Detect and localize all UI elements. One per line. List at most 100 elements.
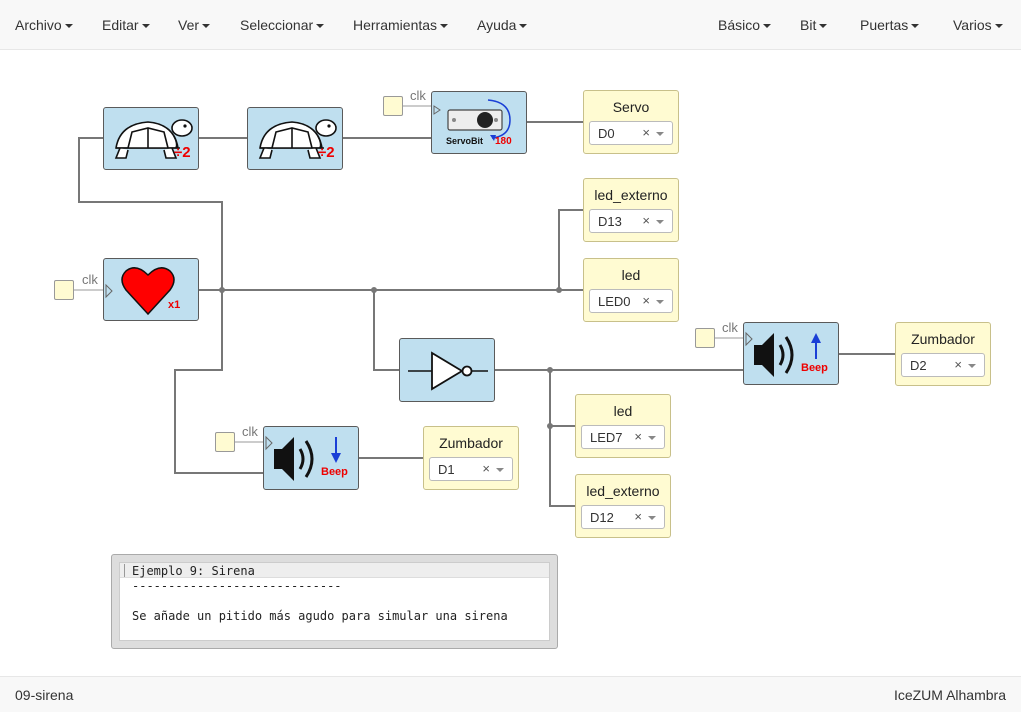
clk-label: clk [82, 272, 98, 287]
pin-value: LED7 [590, 430, 623, 445]
clk-label: clk [722, 320, 738, 335]
clock-input-beep-low[interactable] [215, 432, 235, 452]
clock-input-heart[interactable] [54, 280, 74, 300]
caret-down-icon [141, 24, 150, 29]
chevron-down-icon[interactable] [656, 132, 664, 136]
menu-editar[interactable]: Editar [102, 0, 150, 50]
pin-select[interactable]: D1 × [429, 457, 513, 481]
servo-angle: 180 [495, 136, 512, 147]
output-title: Zumbador [911, 331, 975, 347]
pin-value: LED0 [598, 294, 631, 309]
output-led-externo-2[interactable]: led_externo D12 × [575, 474, 671, 538]
pin-value: D12 [590, 510, 614, 525]
text-cursor [124, 564, 125, 577]
comment-block[interactable]: Ejemplo 9: Sirena ----------------------… [111, 554, 558, 649]
chevron-down-icon[interactable] [968, 364, 976, 368]
beep-high-block[interactable]: Beep [743, 322, 839, 385]
pin-select[interactable]: LED7 × [581, 425, 665, 449]
turtle-icon [258, 119, 337, 159]
caret-down-icon [911, 24, 920, 29]
caret-down-icon [316, 24, 325, 29]
menu-ayuda[interactable]: Ayuda [477, 0, 528, 50]
caret-down-icon [763, 24, 772, 29]
caret-down-icon [202, 24, 211, 29]
clear-icon[interactable]: × [642, 293, 650, 308]
pin-value: D1 [438, 462, 455, 477]
clear-icon[interactable]: × [642, 213, 650, 228]
pin-select[interactable]: D12 × [581, 505, 665, 529]
pin-select[interactable]: D13 × [589, 209, 673, 233]
menu-herramientas-label: Herramientas [353, 17, 438, 33]
pin-select[interactable]: D2 × [901, 353, 985, 377]
not-gate-block[interactable] [399, 338, 495, 402]
caret-down-icon [994, 24, 1003, 29]
board-name: IceZUM Alhambra [893, 687, 1006, 703]
menu-bit[interactable]: Bit [800, 0, 828, 50]
output-title: led [613, 403, 633, 419]
divider-block-2[interactable]: ÷2 [247, 107, 343, 170]
output-led-externo-1[interactable]: led_externo D13 × [583, 178, 679, 242]
chevron-down-icon[interactable] [648, 436, 656, 440]
output-title: led_externo [586, 483, 660, 499]
heart-badge: x1 [168, 299, 181, 311]
menu-herramientas[interactable]: Herramientas [353, 0, 449, 50]
clear-icon[interactable]: × [954, 357, 962, 372]
pin-value: D0 [598, 126, 615, 141]
clear-icon[interactable]: × [642, 125, 650, 140]
speaker-icon [265, 435, 341, 481]
menu-puertas-label: Puertas [860, 17, 909, 33]
speaker-icon [745, 331, 821, 377]
menu-ver-label: Ver [178, 17, 200, 33]
menu-puertas[interactable]: Puertas [860, 0, 920, 50]
output-led-1[interactable]: led LED0 × [583, 258, 679, 322]
menu-basico[interactable]: Básico [718, 0, 772, 50]
chevron-down-icon[interactable] [496, 468, 504, 472]
menu-archivo[interactable]: Archivo [15, 0, 73, 50]
circuit-canvas[interactable]: clk clk clk clk ÷2 ÷2 ServoBit 180 x1 Be… [0, 51, 1021, 676]
output-title: led_externo [594, 187, 668, 203]
chevron-down-icon[interactable] [656, 300, 664, 304]
divider-block-1[interactable]: ÷2 [103, 107, 199, 170]
clear-icon[interactable]: × [634, 429, 642, 444]
clear-icon[interactable]: × [634, 509, 642, 524]
menu-ayuda-label: Ayuda [477, 17, 517, 33]
output-zumbador-2[interactable]: Zumbador D1 × [423, 426, 519, 490]
clear-icon[interactable]: × [482, 461, 490, 476]
menu-varios[interactable]: Varios [953, 0, 1003, 50]
menu-varios-label: Varios [953, 17, 992, 33]
pin-value: D13 [598, 214, 622, 229]
beep-label: Beep [321, 466, 348, 478]
menu-editar-label: Editar [102, 17, 139, 33]
output-zumbador-1[interactable]: Zumbador D2 × [895, 322, 991, 386]
clock-input-servo[interactable] [383, 96, 403, 116]
menu-seleccionar[interactable]: Seleccionar [240, 0, 325, 50]
clk-label: clk [410, 88, 426, 103]
chevron-down-icon[interactable] [656, 220, 664, 224]
heart-icon [105, 267, 175, 316]
menu-bar: Archivo Editar Ver Seleccionar Herramien… [0, 0, 1021, 50]
menu-basico-label: Básico [718, 17, 761, 33]
pin-value: D2 [910, 358, 927, 373]
status-bar: 09-sirena IceZUM Alhambra [0, 676, 1021, 712]
caret-down-icon [519, 24, 528, 29]
output-title: Zumbador [439, 435, 503, 451]
clock-input-beep-high[interactable] [695, 328, 715, 348]
beep-low-block[interactable]: Beep [263, 426, 359, 490]
output-title: Servo [612, 99, 650, 115]
heartbeat-block[interactable]: x1 [103, 258, 199, 321]
beep-label: Beep [801, 362, 828, 374]
pin-select[interactable]: LED0 × [589, 289, 673, 313]
output-servo[interactable]: Servo D0 × [583, 90, 679, 154]
servo-name: ServoBit [446, 136, 484, 146]
caret-down-icon [64, 24, 73, 29]
menu-ver[interactable]: Ver [178, 0, 211, 50]
servo-block[interactable]: ServoBit 180 [431, 91, 527, 154]
chevron-down-icon[interactable] [648, 516, 656, 520]
comment-text-area[interactable]: Ejemplo 9: Sirena ----------------------… [119, 562, 550, 641]
clk-label: clk [242, 424, 258, 439]
comment-line-1: Ejemplo 9: Sirena [132, 564, 255, 578]
output-led-2[interactable]: led LED7 × [575, 394, 671, 458]
not-gate-icon [408, 351, 488, 391]
pin-select[interactable]: D0 × [589, 121, 673, 145]
comment-line-3: Se añade un pitido más agudo para simula… [132, 609, 508, 623]
